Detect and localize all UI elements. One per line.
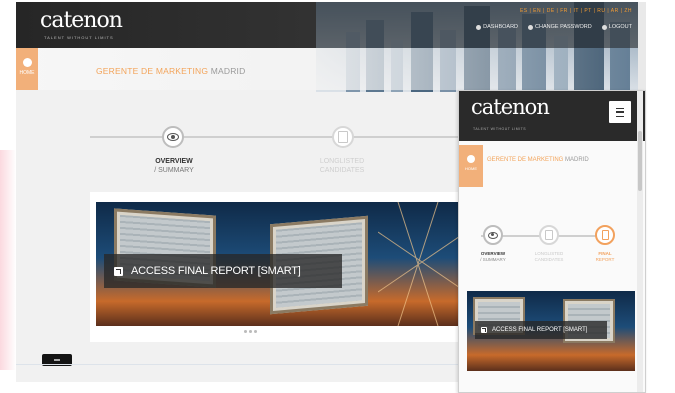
page-title: GERENTE DE MARKETING MADRID <box>96 66 245 76</box>
mobile-step-longlisted-subtitle: CANDIDATES <box>534 256 564 262</box>
mobile-page-title: GERENTE DE MARKETING MADRID <box>487 157 589 163</box>
carousel-dots[interactable] <box>244 330 257 333</box>
mobile-icon <box>601 230 609 240</box>
catenon-logo[interactable]: catenon <box>40 8 123 33</box>
home-icon <box>22 58 32 67</box>
dashboard-icon <box>476 24 482 30</box>
hamburger-icon <box>616 107 624 117</box>
change-password-label: CHANGE PASSWORD <box>535 24 592 30</box>
mobile-step-longlisted-label: LONGLISTED CANDIDATES <box>529 251 569 262</box>
position-title: GERENTE DE MARKETING <box>96 66 209 76</box>
access-final-report-label: ACCESS FINAL REPORT [SMART] <box>131 265 301 277</box>
mobile-preview: catenon TALENT WITHOUT LIMITS HOME GEREN… <box>458 90 646 393</box>
mobile-step-longlisted[interactable] <box>539 225 559 245</box>
mobile-step-final-label: FINAL REPORT <box>585 251 625 262</box>
key-icon <box>528 24 534 30</box>
step-longlisted-subtitle: CANDIDATES <box>319 167 365 174</box>
mobile-logo-tagline: TALENT WITHOUT LIMITS <box>473 127 527 131</box>
mobile-home-tab[interactable]: HOME <box>459 145 483 187</box>
step-longlisted-title: LONGLISTED <box>319 158 365 165</box>
progress-line <box>90 136 460 138</box>
mobile-step-overview[interactable] <box>483 225 503 245</box>
access-final-report-button[interactable]: ACCESS FINAL REPORT [SMART] <box>104 254 342 288</box>
step-longlisted[interactable] <box>332 126 354 148</box>
mobile-access-final-report-button[interactable]: ACCESS FINAL REPORT [SMART] <box>475 321 607 339</box>
mobile-home-tab-label: HOME <box>465 166 477 171</box>
home-tab-label: HOME <box>19 70 35 76</box>
position-location: MADRID <box>210 66 246 76</box>
mobile-menu-button[interactable] <box>609 101 631 123</box>
change-password-link[interactable]: CHANGE PASSWORD <box>528 24 592 30</box>
mobile-step-overview-subtitle: / SUMMARY <box>480 256 506 262</box>
eye-icon <box>488 231 498 239</box>
eye-icon <box>167 133 179 141</box>
external-link-icon <box>114 266 123 276</box>
mobile-step-overview-label: OVERVIEW / SUMMARY <box>473 251 513 262</box>
home-tab[interactable]: HOME <box>16 48 38 90</box>
left-edge-tint <box>0 150 16 370</box>
document-icon <box>545 230 553 240</box>
step-overview-label: OVERVIEW / SUMMARY <box>134 157 214 175</box>
mobile-step-final-subtitle: REPORT <box>595 256 615 262</box>
dashboard-label: DASHBOARD <box>483 24 519 30</box>
external-link-icon <box>481 327 487 333</box>
tower-graphic <box>378 202 466 326</box>
language-links[interactable]: ES | EN | DE | FR | IT | PT | RU | AR | … <box>520 8 632 14</box>
step-longlisted-label: LONGLISTED CANDIDATES <box>302 157 382 175</box>
mobile-position-title: GERENTE DE MARKETING <box>487 157 564 163</box>
step-overview-title: OVERVIEW <box>155 158 193 165</box>
mobile-access-final-report-label: ACCESS FINAL REPORT [SMART] <box>492 327 588 333</box>
mobile-step-longlisted-title: LONGLISTED <box>534 251 564 256</box>
dashboard-link[interactable]: DASHBOARD <box>476 24 518 30</box>
logout-label: LOGOUT <box>608 24 632 30</box>
mobile-step-final-report[interactable] <box>595 225 615 245</box>
mobile-position-location: MADRID <box>565 157 589 163</box>
logout-link[interactable]: LOGOUT <box>601 24 632 30</box>
mobile-catenon-logo[interactable]: catenon <box>471 95 550 119</box>
logo-tagline: TALENT WITHOUT LIMITS <box>44 35 114 40</box>
mobile-home-icon <box>467 155 475 163</box>
user-menu: DASHBOARD CHANGE PASSWORD LOGOUT <box>476 24 632 30</box>
step-overview-subtitle: / SUMMARY <box>154 167 194 174</box>
mobile-scrollbar[interactable] <box>637 91 643 392</box>
document-icon <box>338 131 348 143</box>
step-overview[interactable] <box>162 126 184 148</box>
logout-icon <box>601 24 607 30</box>
